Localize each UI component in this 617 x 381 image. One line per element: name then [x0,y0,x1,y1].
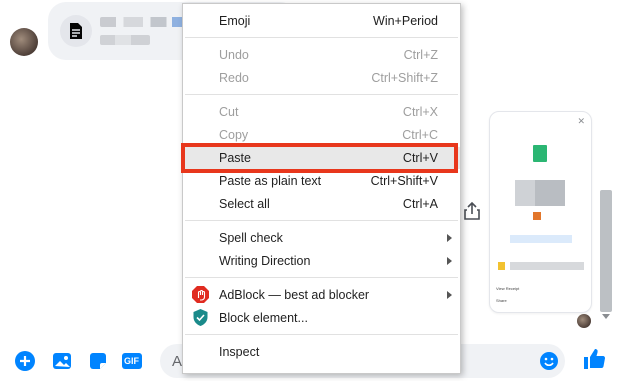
view-receipt-row[interactable]: View Receipt [496,286,519,291]
menu-item-shortcut: Ctrl+Shift+Z [371,71,438,85]
menu-item-spell-check[interactable]: Spell check [183,227,460,249]
menu-item-label: Block element... [219,311,308,325]
menu-item-label: Paste as plain text [219,174,322,188]
document-icon [533,145,547,162]
menu-item-shortcut: Win+Period [373,14,438,28]
share-row[interactable]: Share [496,298,507,303]
contact-avatar[interactable] [10,28,38,56]
gif-icon[interactable]: GIF [121,350,143,372]
blurred-title [515,180,565,206]
share-icon[interactable] [462,200,482,222]
menu-separator [185,220,458,221]
menu-item-cut[interactable]: Cut Ctrl+X [183,101,460,123]
menu-item-label: Copy [219,128,249,142]
menu-item-label: Emoji [219,14,251,28]
menu-separator [185,334,458,335]
context-menu: Emoji Win+Period Undo Ctrl+Z Redo Ctrl+S… [182,3,461,374]
menu-item-block-element[interactable]: Block element... [183,307,460,329]
file-name-blurred [100,17,190,27]
menu-item-paste-plain[interactable]: Paste as plain text Ctrl+Shift+V [183,170,460,192]
menu-item-label: Select all [219,197,270,211]
menu-item-label: AdBlock — best ad blocker [219,288,370,302]
menu-separator [185,94,458,95]
menu-item-label: Inspect [219,345,260,359]
menu-separator [185,277,458,278]
menu-item-writing-direction[interactable]: Writing Direction [183,250,460,272]
sticker-icon[interactable] [87,350,109,372]
submenu-arrow-icon [447,257,452,265]
menu-item-select-all[interactable]: Select all Ctrl+A [183,193,460,215]
blurred-detail-row [498,262,584,270]
scrollbar-thumb[interactable] [600,190,612,312]
file-size-blurred [100,35,150,45]
menu-item-shortcut: Ctrl+Z [403,48,438,62]
add-icon[interactable] [14,350,36,372]
gif-label: GIF [124,356,139,366]
menu-item-redo[interactable]: Redo Ctrl+Shift+Z [183,67,460,89]
orange-mark [533,212,541,220]
photo-icon[interactable] [51,350,73,372]
menu-separator [185,37,458,38]
menu-item-label: Redo [219,71,249,85]
menu-item-shortcut: Ctrl+A [402,197,438,211]
menu-item-label: Cut [219,105,239,119]
close-icon[interactable]: ✕ [577,116,585,127]
like-icon[interactable] [582,347,606,369]
adblock-icon [192,286,209,303]
shield-icon [192,309,209,326]
menu-item-undo[interactable]: Undo Ctrl+Z [183,44,460,66]
menu-item-inspect[interactable]: Inspect [183,341,460,363]
blurred-button [510,235,572,243]
menu-item-shortcut: Ctrl+C [402,128,438,142]
menu-item-adblock[interactable]: AdBlock — best ad blocker [183,284,460,306]
menu-item-shortcut: Ctrl+X [402,105,438,119]
seen-avatar [577,314,591,328]
menu-item-emoji[interactable]: Emoji Win+Period [183,10,460,32]
submenu-arrow-icon [447,234,452,242]
menu-item-shortcut: Ctrl+Shift+V [370,174,438,188]
file-icon [60,15,92,47]
menu-item-label: Spell check [219,231,283,245]
menu-item-label: Undo [219,48,249,62]
submenu-arrow-icon [447,291,452,299]
menu-item-label: Writing Direction [219,254,311,268]
emoji-icon[interactable] [538,350,560,372]
scroll-down-arrow[interactable] [602,314,610,319]
receipt-preview-card[interactable]: ✕ View Receipt Share [489,111,592,313]
paste-highlight-box [181,143,458,173]
